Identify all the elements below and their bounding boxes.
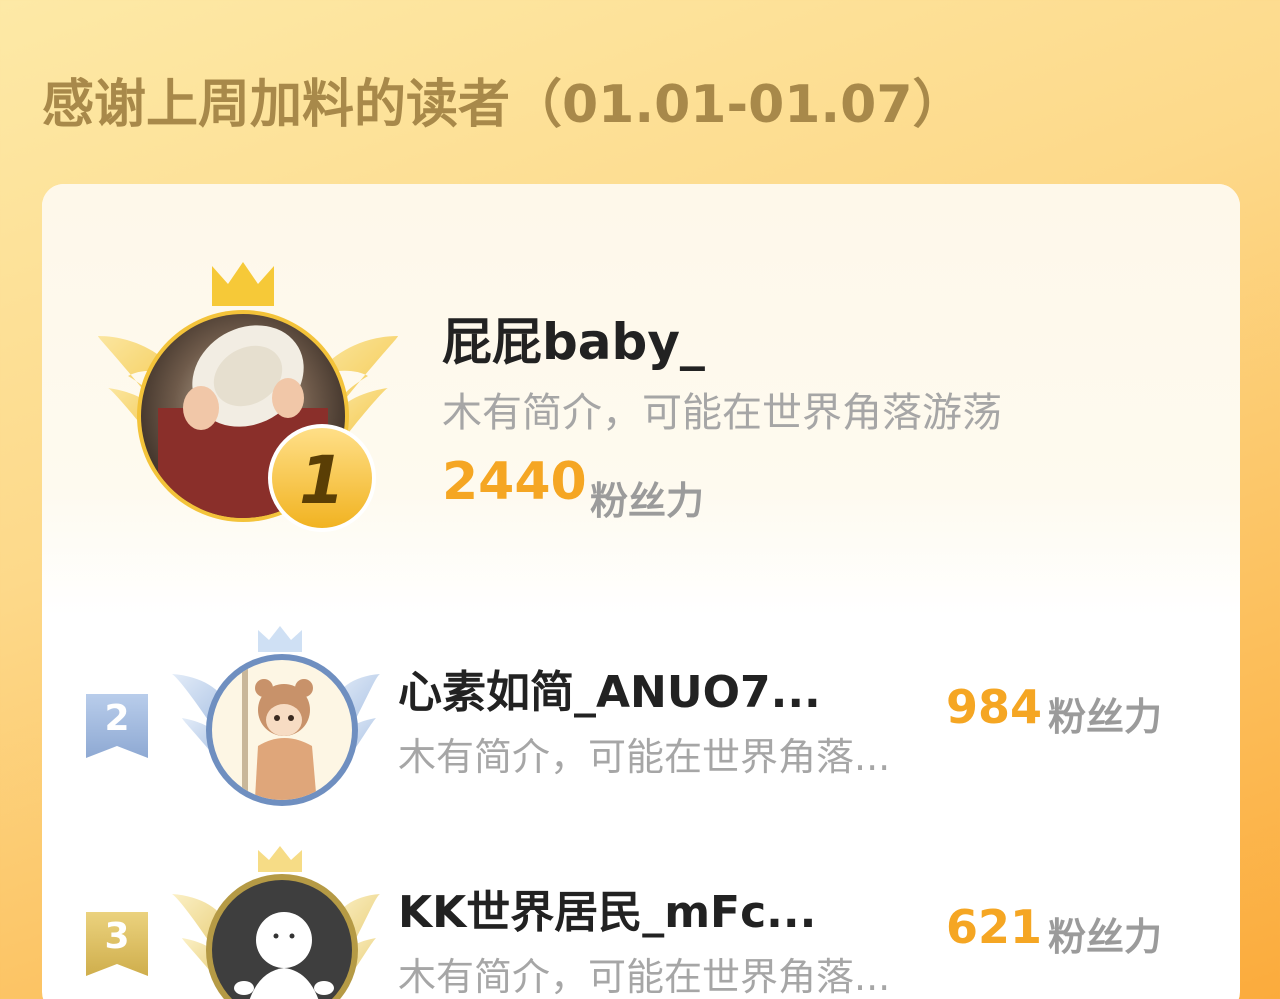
reader-3-score-unit: 粉丝力 [1048,915,1163,959]
reader-3-score: 621 [946,900,1043,954]
top-reader-name[interactable]: 屁屁baby_ [442,302,705,374]
reader-2-bio: 木有简介，可能在世界角落... [398,735,891,779]
crown-icon [212,262,274,306]
reader-3-name[interactable]: KK世界居民_mFc... [398,876,848,940]
reader-3-avatar[interactable] [172,846,380,999]
top-reader-avatar-badge[interactable]: 1 [98,258,398,538]
rank-3-label: 3 [104,916,130,957]
rank-3-flag-icon: 3 [86,912,148,976]
rank-1-label: 1 [299,442,345,519]
page-title: 感谢上周加料的读者（01.01-01.07） [42,75,965,135]
list-item[interactable]: 3 KK世界居民_mFc... 木有简介，可能在世界角落... 621 粉丝力 [42,836,1240,999]
leaderboard-card: 1 屁屁baby_ 木有简介，可能在世界角落游荡 2440 粉丝力 2 心素如简… [42,184,1240,999]
top-reader-bio: 木有简介，可能在世界角落游荡 [442,390,1002,436]
rank-2-flag-icon: 2 [86,694,148,758]
crown-icon [258,846,302,872]
crown-icon [258,626,302,652]
list-item[interactable]: 2 心素如简_ANUO7... 木有简介，可能在世界角落... 984 粉丝力 [42,616,1240,816]
reader-2-score: 984 [946,680,1043,734]
top-reader-score: 2440 [442,452,587,512]
top-reader-score-unit: 粉丝力 [590,479,705,523]
reader-2-avatar[interactable] [172,626,380,816]
reader-3-bio: 木有简介，可能在世界角落... [398,955,891,999]
reader-2-name[interactable]: 心素如简_ANUO7... [398,656,848,720]
rank-2-label: 2 [104,698,130,739]
reader-2-score-unit: 粉丝力 [1048,695,1163,739]
